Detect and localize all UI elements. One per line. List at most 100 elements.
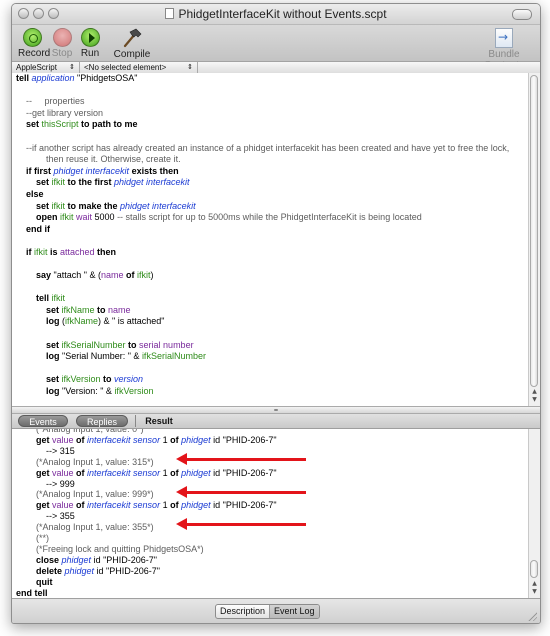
script-line [16,398,526,406]
script-line-token: name [108,304,131,315]
script-line-token: if first [16,165,54,176]
run-icon [80,28,100,47]
record-button[interactable]: Record [18,28,51,59]
log-line-token: (*Freeing lock and quitting PhidgetsOSA*… [16,543,204,554]
popup-arrows-icon: ⇕ [69,63,75,71]
log-line-token: of [73,434,88,445]
script-line-token: -- stalls script for up to 5000ms while … [117,212,422,223]
script-line-token: set [16,200,52,211]
script-line-token: ifkName [65,316,99,327]
script-text[interactable]: tell application "PhidgetsOSA" -- proper… [16,73,526,406]
script-line: set ifkName to name [16,305,526,317]
compile-button[interactable]: Compile [112,28,152,60]
log-line-token: phidget [181,467,211,478]
bundle-contents-icon [495,28,513,48]
script-line-token: path to me [92,119,138,130]
tab-replies[interactable]: Replies [76,415,128,427]
script-line-token: set [16,374,62,385]
script-line-token: --get library version [16,107,104,118]
resize-grip-icon[interactable] [527,611,537,621]
log-line: --> 999 [16,479,277,490]
log-line: delete phidget id "PHID-206-7" [16,566,277,577]
editor-scroll-thumb[interactable] [530,75,538,387]
script-editor-area[interactable]: tell application "PhidgetsOSA" -- proper… [12,73,540,406]
log-scroll-thumb[interactable] [530,560,538,578]
script-line-token: say [16,270,54,281]
event-log-text[interactable]: (*Analog Input 1, value: 0*) get value o… [16,429,277,598]
run-button[interactable]: Run [78,28,102,59]
log-line: (**) [16,533,277,544]
log-line-token: of [170,467,182,478]
log-line-token: interfacekit sensor [87,434,161,445]
script-line [16,131,526,143]
tab-events[interactable]: Events [18,415,68,427]
script-line-token: set [16,339,62,350]
split-view-divider[interactable] [12,406,540,414]
script-line-token: phidget interfacekit [53,165,130,176]
log-line-token: phidget [181,500,211,511]
log-line-token: phidget [64,565,95,576]
script-line: tell application "PhidgetsOSA" [16,73,526,85]
script-line-token: wait [73,212,95,223]
scroll-arrows-icon[interactable]: ▲ ▼ [529,580,540,596]
compile-label: Compile [113,49,151,60]
log-line-token: 1 [160,434,171,445]
script-line: end if [16,224,526,236]
script-line-token: phidget interfacekit [114,177,190,188]
script-line-token: open [16,212,61,223]
script-line-token: else [16,188,44,199]
log-line-token: id "PHID-206-7" [210,500,277,511]
language-popup[interactable]: AppleScript ⇕ [12,62,80,73]
stop-icon [52,28,72,47]
script-line: set ifkSerialNumber to serial number [16,340,526,352]
script-line: --if another script has already created … [16,143,526,155]
script-line [16,85,526,97]
script-line [16,363,526,375]
script-line: tell ifkit [16,293,526,305]
script-line: log "Serial Number: " & ifkSerialNumber [16,351,526,363]
script-line-token: is [47,246,61,257]
record-label: Record [18,48,51,59]
script-line: set ifkit to the first phidget interface… [16,177,526,189]
record-icon [22,28,42,47]
script-line-token: ifkit [51,293,66,304]
event-log-button[interactable]: Event Log [270,605,319,618]
log-line-token: end tell [16,587,48,598]
script-line: say "attach " & (name of ifkit) [16,270,526,282]
log-line-token: (*Analog Input 1, value: 999*) [16,489,154,500]
log-line-token: value [52,500,74,511]
log-line-token: get [16,467,53,478]
stop-button[interactable]: Stop [50,28,74,59]
scroll-arrows-icon[interactable]: ▲ ▼ [529,388,540,404]
log-line-token: close [16,554,62,565]
log-line-token: 1 [160,467,171,478]
title-bar[interactable]: PhidgetInterfaceKit without Events.scpt [12,4,540,25]
log-line-token: (*Analog Input 1, value: 0*) [16,429,144,434]
view-segmented-control[interactable]: Description Event Log [215,604,320,619]
log-scrollbar[interactable]: ▲ ▼ [528,429,540,598]
script-line-token: ifkName [61,304,95,315]
tab-result[interactable]: Result [140,415,178,427]
script-line: log "Version: " & ifkVersion [16,386,526,398]
script-line: -- properties [16,96,526,108]
script-line-token: thisScript [41,119,79,130]
script-line-token: --if another script has already created … [16,142,510,153]
log-line-token: interfacekit sensor [87,467,161,478]
element-popup[interactable]: <No selected element> ⇕ [80,62,198,73]
script-line-token: ifkVersion [61,374,101,385]
event-log-pane[interactable]: (*Analog Input 1, value: 0*) get value o… [12,429,540,598]
toolbar-toggle-button[interactable] [512,9,532,20]
log-line-token: id "PHID-206-7" [91,554,157,565]
tab-separator [135,415,136,427]
description-button[interactable]: Description [216,605,269,618]
log-line: end tell [16,588,277,598]
script-line: --get library version [16,108,526,120]
script-line [16,328,526,340]
log-line-token: of [170,500,182,511]
script-line-token: -- properties [16,96,85,107]
language-popup-label: AppleScript [16,63,57,72]
script-line [16,282,526,294]
script-line-token: ) & " is attached" [98,316,165,327]
script-line-token: tell [16,293,52,304]
editor-scrollbar[interactable]: ▲ ▼ [528,73,540,406]
